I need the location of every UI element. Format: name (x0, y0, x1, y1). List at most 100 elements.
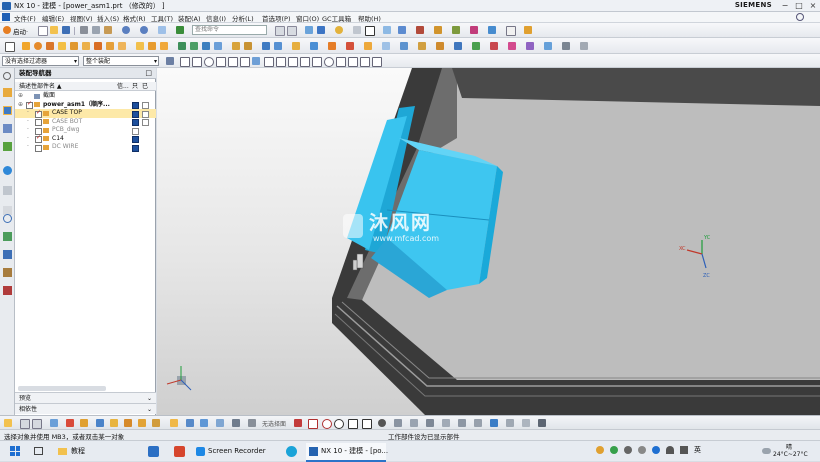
draft-icon[interactable] (202, 42, 210, 50)
snap-pole-icon[interactable] (336, 57, 346, 67)
clip-icon[interactable] (216, 419, 224, 427)
display-icon[interactable] (434, 26, 442, 34)
history-icon[interactable] (3, 186, 12, 195)
menu-insert[interactable]: 插入(S) (97, 13, 119, 23)
app-icon-red[interactable] (174, 446, 185, 457)
offset-curve-icon[interactable] (394, 419, 402, 427)
rectangle-icon[interactable] (348, 419, 358, 429)
close-button[interactable]: × (806, 0, 820, 12)
column-modified-header[interactable]: 已 (142, 82, 148, 91)
process-studio-icon[interactable] (3, 232, 12, 241)
tree-row[interactable]: · DC WIRE (15, 143, 156, 152)
command-search-input[interactable] (192, 25, 267, 35)
menu-gc-toolbox[interactable]: GC工具箱 (322, 13, 351, 23)
task-view-icon[interactable] (34, 447, 43, 455)
constraint-navigator-icon[interactable] (3, 124, 12, 133)
dependency-section[interactable]: 相依性 ⌄ (15, 403, 156, 414)
fillet-curve-icon[interactable] (442, 419, 450, 427)
model-view[interactable] (157, 68, 820, 415)
finish-sketch-icon[interactable] (538, 419, 546, 427)
move-face-icon[interactable] (328, 42, 336, 50)
show-icon[interactable] (110, 419, 118, 427)
minimize-button[interactable]: − (778, 0, 792, 12)
snap-midpoint-icon[interactable] (192, 57, 202, 67)
line-icon[interactable] (308, 419, 318, 429)
snap-view-icon[interactable] (66, 419, 74, 427)
menu-help[interactable]: 帮助(H) (358, 13, 381, 23)
column-name-header[interactable]: 描述性部件名 ▲ (19, 82, 62, 91)
point-icon[interactable] (378, 419, 386, 427)
snap-existing-icon[interactable] (312, 57, 322, 67)
expand-toggle-icon[interactable]: ⊕ (18, 101, 23, 110)
command-finder-icon[interactable] (796, 13, 804, 21)
edge-blend-icon[interactable] (178, 42, 186, 50)
pattern-icon[interactable] (232, 42, 240, 50)
maximize-button[interactable]: □ (792, 0, 806, 12)
horizontal-scrollbar[interactable] (18, 386, 106, 391)
redo-icon[interactable] (140, 26, 148, 34)
rotate-icon[interactable] (20, 419, 30, 429)
shell-icon[interactable] (214, 42, 222, 50)
roles-icon[interactable] (3, 268, 12, 277)
tree-row[interactable]: ⊕ 截面 (15, 92, 156, 101)
column-info-header[interactable]: 信... (117, 82, 129, 91)
pocket-icon[interactable] (70, 42, 78, 50)
constraint-icon[interactable] (454, 42, 462, 50)
wifi-icon[interactable] (666, 446, 674, 454)
more-icon[interactable] (580, 42, 588, 50)
menu-view[interactable]: 视图(V) (70, 13, 93, 23)
windows-start-icon[interactable] (10, 446, 20, 456)
web-browser-icon[interactable] (3, 166, 12, 175)
cut-icon[interactable] (80, 26, 88, 34)
move-component-icon[interactable] (472, 42, 480, 50)
visibility-checkbox[interactable] (26, 100, 33, 109)
start-menu-button[interactable]: 启动· (13, 26, 28, 36)
slot-icon[interactable] (106, 42, 114, 50)
dimension-icon[interactable] (490, 419, 498, 427)
circle-icon[interactable] (334, 419, 344, 429)
menu-preferences[interactable]: 首选项(P) (262, 13, 291, 23)
browser-icon[interactable] (286, 446, 297, 457)
menu-info[interactable]: 信息(I) (206, 13, 226, 23)
tree-row[interactable]: · CASE TOP (15, 109, 156, 118)
component-icon[interactable] (152, 419, 160, 427)
column-readonly-header[interactable]: 只 (132, 82, 138, 91)
snap-center-icon[interactable] (204, 57, 214, 67)
window-cascade-icon[interactable] (275, 26, 285, 36)
constraint-geo-icon[interactable] (506, 419, 514, 427)
datum-plane-icon[interactable] (382, 42, 390, 50)
bluetooth-icon[interactable] (652, 446, 660, 454)
mirror-curve-icon[interactable] (474, 419, 482, 427)
face-analysis-icon[interactable] (186, 419, 194, 427)
tree-row[interactable]: · C14 (15, 134, 156, 143)
menu-analysis[interactable]: 分析(L) (232, 13, 254, 23)
visibility-checkbox[interactable] (35, 119, 42, 126)
intersect-icon[interactable] (160, 42, 168, 50)
select-all-icon[interactable] (166, 57, 174, 65)
snap-edge-icon[interactable] (276, 57, 286, 67)
preview-section[interactable]: 预览 ⌄ (15, 392, 156, 403)
manufacturing-wizard-icon[interactable] (3, 250, 12, 259)
visibility-checkbox[interactable] (35, 144, 42, 152)
touch-mode-icon[interactable] (176, 26, 184, 34)
snap-control-icon[interactable] (324, 57, 334, 67)
extend-curve-icon[interactable] (458, 419, 466, 427)
pan-icon[interactable] (32, 419, 42, 429)
snap-tangent-icon[interactable] (300, 57, 310, 67)
delete-face-icon[interactable] (346, 42, 354, 50)
type-filter-select[interactable]: 没有选择过滤器 ▾ (2, 56, 79, 66)
groove-icon[interactable] (94, 42, 102, 50)
project-curve-icon[interactable] (410, 419, 418, 427)
unite-icon[interactable] (136, 42, 144, 50)
snap-point-icon[interactable] (240, 57, 250, 67)
zoom-icon[interactable] (335, 26, 343, 34)
trim-curve-icon[interactable] (426, 419, 434, 427)
grid-toggle-icon[interactable] (248, 419, 256, 427)
select-arrow-icon[interactable] (4, 419, 12, 427)
panel-restore-icon[interactable]: □ (145, 68, 152, 79)
rib-icon[interactable] (118, 42, 126, 50)
new-file-icon[interactable] (38, 26, 48, 36)
settings-gear-icon[interactable] (3, 72, 11, 80)
menu-edit[interactable]: 编辑(E) (42, 13, 64, 23)
clock-icon[interactable] (3, 214, 12, 223)
